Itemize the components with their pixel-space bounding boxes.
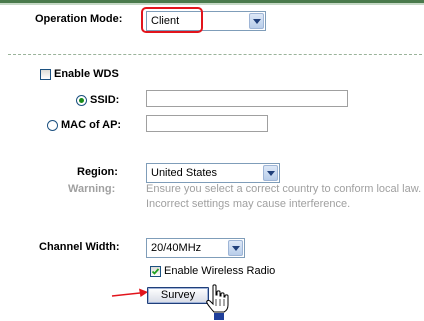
- enable-wds-checkbox[interactable]: [40, 69, 51, 80]
- radio-selected-dot: [79, 98, 84, 103]
- enable-wireless-radio-label: Enable Wireless Radio: [164, 265, 276, 277]
- warning-text-line1: Ensure you select a correct country to c…: [146, 183, 422, 195]
- highlight-box: [141, 7, 203, 33]
- ssid-radio[interactable]: [76, 95, 87, 106]
- mac-label: MAC of AP:: [61, 119, 122, 131]
- red-arrow-icon: [111, 288, 148, 297]
- warning-text-line2: Incorrect settings may cause interferenc…: [146, 198, 351, 210]
- mac-input[interactable]: [146, 115, 268, 132]
- checkmark-icon: [151, 268, 160, 275]
- hand-cursor-icon: [206, 284, 229, 320]
- region-value: United States: [151, 167, 218, 179]
- chevron-down-icon[interactable]: [228, 240, 243, 256]
- channel-width-select[interactable]: 20/40MHz: [146, 238, 245, 258]
- enable-wireless-radio-checkbox[interactable]: [150, 266, 161, 277]
- operation-mode-label: Operation Mode:: [35, 13, 123, 25]
- channel-width-value: 20/40MHz: [151, 242, 202, 254]
- top-border-light: [0, 3, 424, 5]
- region-label: Region:: [77, 166, 118, 178]
- ssid-label: SSID:: [90, 94, 120, 106]
- section-divider: [8, 54, 422, 55]
- region-select[interactable]: United States: [146, 163, 280, 183]
- chevron-down-icon[interactable]: [263, 165, 278, 181]
- survey-button[interactable]: Survey: [147, 287, 209, 304]
- ssid-input[interactable]: [146, 90, 348, 107]
- channel-width-label: Channel Width:: [39, 241, 120, 253]
- chevron-down-icon[interactable]: [249, 13, 264, 29]
- warning-label: Warning:: [68, 183, 116, 195]
- enable-wds-label: Enable WDS: [54, 68, 119, 80]
- mac-radio[interactable]: [47, 120, 58, 131]
